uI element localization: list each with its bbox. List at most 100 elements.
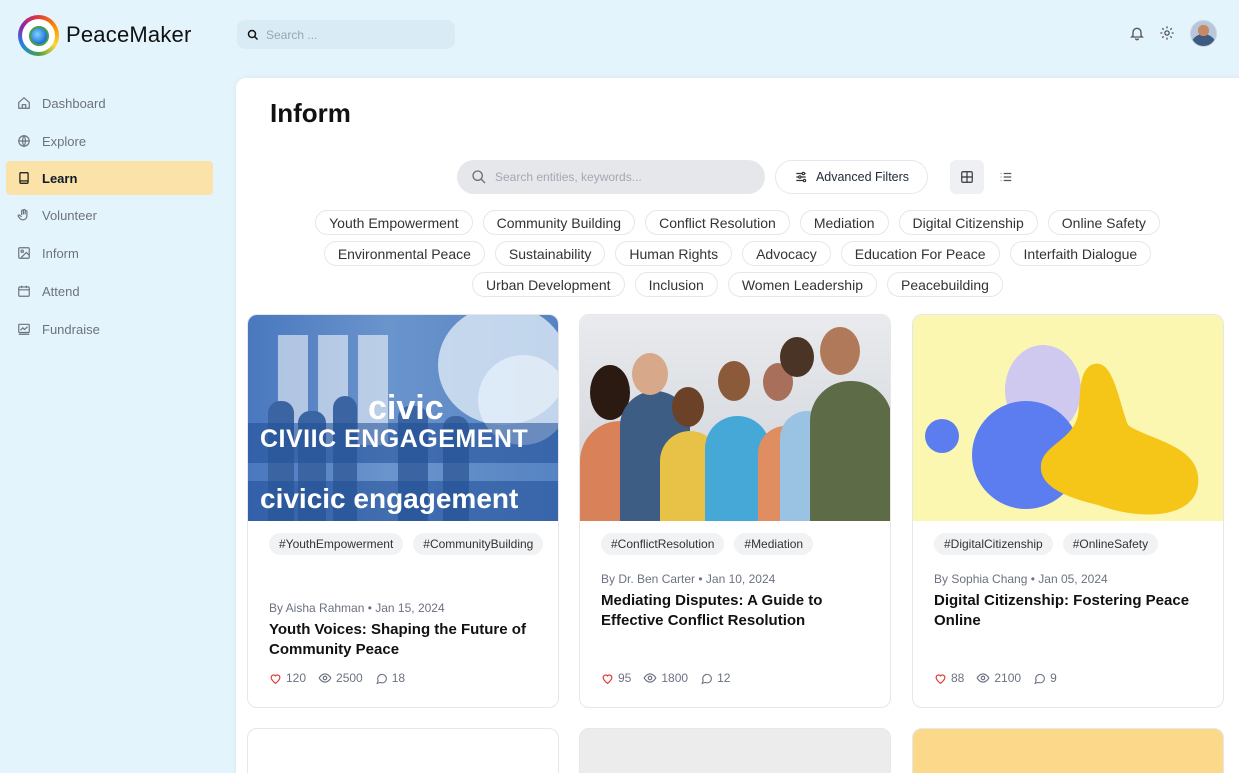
article-card[interactable] bbox=[579, 728, 891, 773]
heart-icon bbox=[935, 673, 946, 684]
eye-icon bbox=[318, 673, 332, 683]
comment-icon bbox=[701, 673, 712, 684]
article-card[interactable]: #DigitalCitizenship #OnlineSafety By Sop… bbox=[912, 314, 1224, 708]
sidebar-item-attend[interactable]: Attend bbox=[6, 274, 213, 308]
heart-icon bbox=[602, 673, 613, 684]
comments-stat[interactable]: 12 bbox=[700, 671, 730, 685]
sidebar-item-label: Dashboard bbox=[42, 95, 106, 111]
topic-tag[interactable]: Mediation bbox=[799, 210, 889, 235]
topic-tag[interactable]: Digital Citizenship bbox=[898, 210, 1038, 235]
sidebar-item-label: Explore bbox=[42, 133, 87, 149]
hashtag[interactable]: #CommunityBuilding bbox=[413, 533, 544, 555]
brand-name: PeaceMaker bbox=[66, 22, 192, 47]
user-avatar[interactable] bbox=[1190, 20, 1217, 47]
article-title[interactable]: Youth Voices: Shaping the Future of Comm… bbox=[269, 620, 549, 660]
top-search-input[interactable] bbox=[266, 27, 436, 42]
grid-view-toggle[interactable] bbox=[950, 160, 984, 194]
hashtag[interactable]: #ConflictResolution bbox=[601, 533, 725, 555]
sidebar-item-explore[interactable]: Explore bbox=[6, 124, 213, 158]
list-icon bbox=[1000, 172, 1012, 182]
topic-tag[interactable]: Interfaith Dialogue bbox=[1009, 241, 1152, 266]
article-card[interactable] bbox=[247, 728, 559, 773]
entity-search-input[interactable] bbox=[495, 170, 745, 184]
topic-tag[interactable]: Education For Peace bbox=[840, 241, 1000, 266]
top-bar: PeaceMaker bbox=[0, 0, 1239, 72]
likes-count: 120 bbox=[286, 671, 307, 685]
topic-tag[interactable]: Online Safety bbox=[1047, 210, 1160, 235]
article-card[interactable]: #ConflictResolution #Mediation By Dr. Be… bbox=[579, 314, 891, 708]
page-title: Inform bbox=[270, 98, 351, 128]
topic-tag[interactable]: Human Rights bbox=[615, 241, 733, 266]
article-stats: 95 1800 12 bbox=[601, 671, 730, 685]
tag-row: Urban Development Inclusion Women Leader… bbox=[236, 272, 1239, 297]
topic-tag[interactable]: Youth Empowerment bbox=[315, 210, 473, 235]
eye-icon bbox=[643, 673, 657, 683]
article-card[interactable]: civic CIVIIC ENGAGEMENT civicic engageme… bbox=[247, 314, 559, 708]
tag-row: Youth Empowerment Community Building Con… bbox=[236, 210, 1239, 235]
topic-tag[interactable]: Inclusion bbox=[634, 272, 718, 297]
likes-stat[interactable]: 95 bbox=[601, 671, 631, 685]
sidebar-item-label: Volunteer bbox=[42, 207, 97, 223]
topic-tag[interactable]: Community Building bbox=[482, 210, 636, 235]
hashtag-list: #YouthEmpowerment #CommunityBuilding bbox=[269, 533, 549, 555]
abstract-shapes-illustration bbox=[925, 345, 1199, 515]
article-title[interactable]: Mediating Disputes: A Guide to Effective… bbox=[601, 591, 881, 631]
likes-count: 88 bbox=[951, 671, 965, 685]
topic-tag[interactable]: Women Leadership bbox=[727, 272, 877, 297]
image-caption: civic bbox=[368, 389, 444, 427]
sidebar-item-inform[interactable]: Inform bbox=[6, 236, 213, 270]
advanced-filters-button[interactable]: Advanced Filters bbox=[775, 160, 928, 194]
comments-stat[interactable]: 18 bbox=[375, 671, 405, 685]
topic-tag[interactable]: Sustainability bbox=[494, 241, 606, 266]
article-image: civic CIVIIC ENGAGEMENT civicic engageme… bbox=[248, 315, 558, 521]
topic-tag[interactable]: Environmental Peace bbox=[323, 241, 485, 266]
article-image bbox=[580, 315, 890, 521]
entity-search-bar[interactable] bbox=[457, 160, 765, 194]
tag-row: Environmental Peace Sustainability Human… bbox=[236, 241, 1239, 266]
hashtag[interactable]: #DigitalCitizenship bbox=[934, 533, 1053, 555]
peacemaker-logo[interactable] bbox=[18, 15, 59, 56]
sidebar-item-label: Fundraise bbox=[42, 321, 100, 337]
article-meta: By Aisha Rahman • Jan 15, 2024 bbox=[269, 601, 445, 615]
hashtag[interactable]: #OnlineSafety bbox=[1062, 533, 1159, 555]
topic-tag[interactable]: Urban Development bbox=[472, 272, 625, 297]
list-view-toggle[interactable] bbox=[989, 160, 1023, 194]
likes-count: 95 bbox=[618, 671, 632, 685]
sidebar-item-label: Inform bbox=[42, 245, 79, 261]
likes-stat[interactable]: 88 bbox=[934, 671, 964, 685]
eye-icon bbox=[976, 673, 990, 683]
topic-tag[interactable]: Peacebuilding bbox=[886, 272, 1003, 297]
filter-sliders-icon bbox=[796, 171, 807, 183]
article-image bbox=[913, 315, 1223, 521]
image-caption: CIVIIC ENGAGEMENT bbox=[260, 425, 529, 453]
calendar-icon bbox=[18, 285, 30, 297]
hashtag-list: #DigitalCitizenship #OnlineSafety bbox=[934, 533, 1214, 555]
likes-stat[interactable]: 120 bbox=[269, 671, 306, 685]
views-count: 2100 bbox=[994, 671, 1022, 685]
hashtag[interactable]: #YouthEmpowerment bbox=[269, 533, 404, 555]
sidebar-item-learn[interactable]: Learn bbox=[6, 161, 213, 195]
comment-icon bbox=[1034, 673, 1045, 684]
gear-icon[interactable] bbox=[1158, 24, 1176, 42]
comments-stat[interactable]: 9 bbox=[1033, 671, 1057, 685]
article-card[interactable] bbox=[912, 728, 1224, 773]
heart-icon bbox=[270, 673, 281, 684]
hashtag[interactable]: #Mediation bbox=[734, 533, 814, 555]
comments-count: 12 bbox=[717, 671, 731, 685]
topic-tag[interactable]: Advocacy bbox=[742, 241, 831, 266]
globe-icon bbox=[18, 135, 30, 147]
top-search-bar[interactable] bbox=[237, 20, 455, 49]
comment-icon bbox=[376, 673, 387, 684]
article-title[interactable]: Digital Citizenship: Fostering Peace Onl… bbox=[934, 591, 1214, 631]
image-icon bbox=[18, 247, 30, 259]
comments-count: 18 bbox=[391, 671, 406, 685]
views-count: 1800 bbox=[661, 671, 689, 685]
bell-icon[interactable] bbox=[1128, 24, 1146, 42]
sidebar-item-volunteer[interactable]: Volunteer bbox=[6, 198, 213, 232]
comments-count: 9 bbox=[1050, 671, 1057, 685]
topic-tag[interactable]: Conflict Resolution bbox=[645, 210, 790, 235]
sidebar-item-fundraise[interactable]: Fundraise bbox=[6, 312, 213, 346]
search-icon bbox=[247, 29, 259, 40]
sidebar-item-dashboard[interactable]: Dashboard bbox=[6, 86, 213, 120]
sidebar-item-label: Attend bbox=[42, 283, 80, 299]
